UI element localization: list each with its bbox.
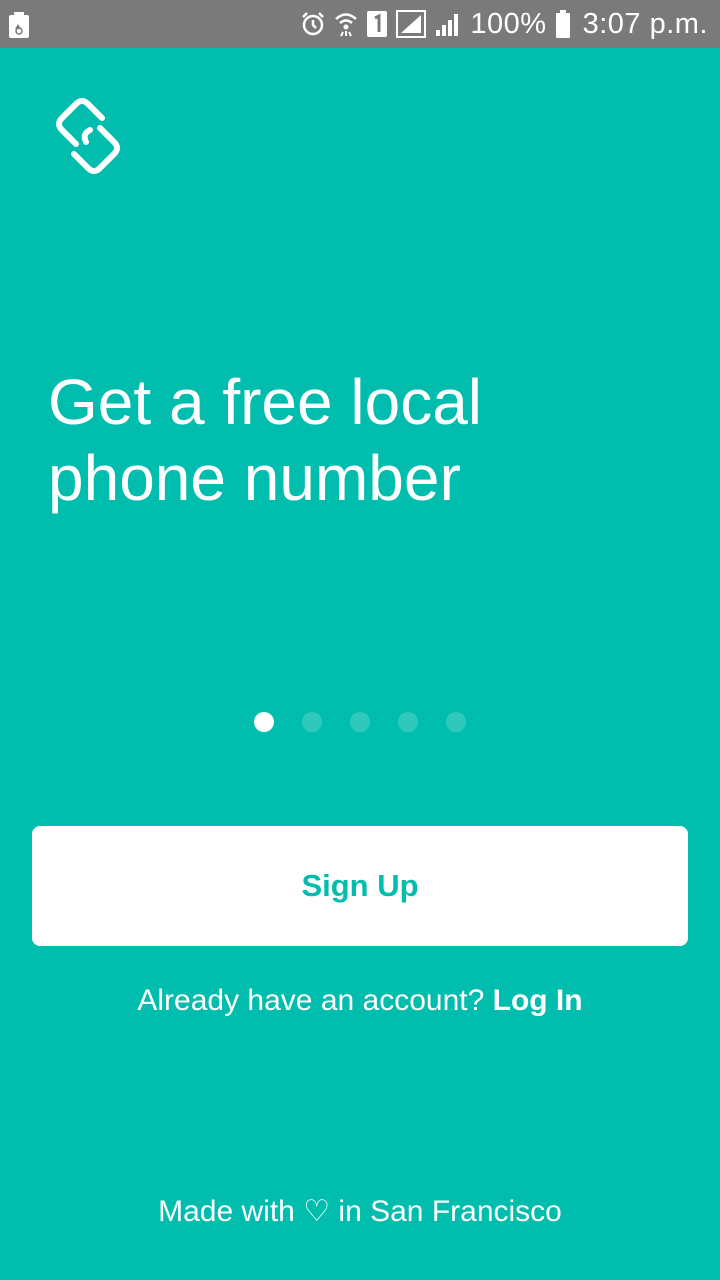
pager-dot-5[interactable] [446,712,466,732]
battery-icon [555,10,571,38]
pager-indicator [0,712,720,734]
pager-dot-3[interactable] [350,712,370,732]
alarm-icon [300,11,326,37]
log-in-link[interactable]: Log In [493,984,583,1017]
recycle-battery-icon [8,12,30,38]
wifi-icon [334,10,358,38]
login-prompt: Already have an account? [137,984,485,1017]
pager-dot-4[interactable] [398,712,418,732]
linked-chain-logo-icon [46,94,130,178]
pager-dot-2[interactable] [302,712,322,732]
status-right-group: 100% 3:07 p.m. [300,0,708,48]
login-row: Already have an account? Log In [0,980,720,1022]
headline: Get a free local phone number [48,364,688,516]
sim-1-icon [366,10,388,38]
battery-percent: 100% [470,7,547,40]
signal-icon [396,10,427,38]
pager-dot-1[interactable] [254,712,274,732]
signal-icon [434,10,462,38]
status-bar: 100% 3:07 p.m. [0,0,720,48]
headline-line-1: Get a free local [48,366,482,438]
footer-tagline: Made with ♡ in San Francisco [158,1195,562,1228]
headline-line-2: phone number [48,442,461,514]
sign-up-button[interactable]: Sign Up [32,826,688,946]
clock: 3:07 p.m. [582,7,708,40]
